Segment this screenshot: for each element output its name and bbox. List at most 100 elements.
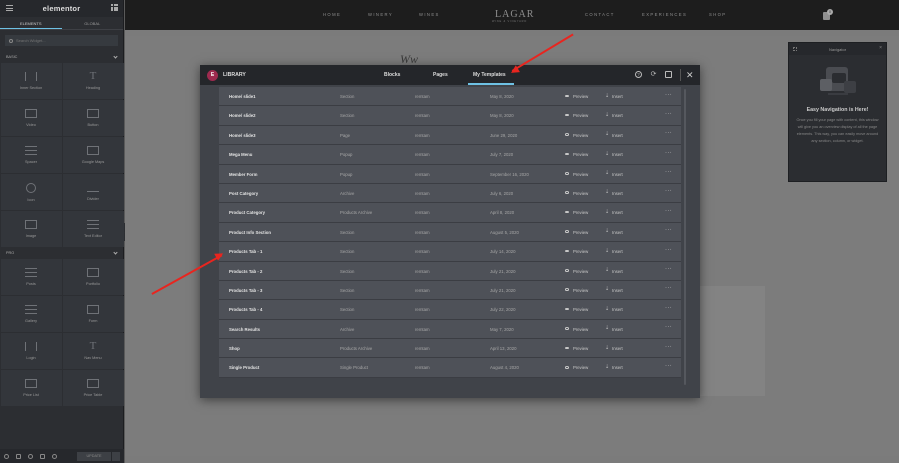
drag-handle-icon[interactable]: [793, 47, 797, 51]
insert-button[interactable]: Insert: [612, 210, 623, 215]
nav-link-experiences[interactable]: EXPERIENCES: [642, 12, 687, 17]
insert-button[interactable]: Insert: [612, 327, 623, 332]
widget-heading[interactable]: T Heading: [62, 63, 124, 99]
nav-link-wines[interactable]: WINES: [419, 12, 440, 17]
more-options-icon[interactable]: ···: [665, 130, 672, 136]
widget-login[interactable]: Login: [0, 333, 62, 369]
eye-icon[interactable]: [565, 113, 569, 117]
template-row[interactable]: Post Category Archive remtam July 6, 2020 Pr…: [219, 183, 681, 204]
insert-button[interactable]: Insert: [612, 249, 623, 254]
more-options-icon[interactable]: ···: [665, 92, 672, 98]
template-row[interactable]: Products Tab - 3 Section remtam July 21, 20…: [219, 280, 681, 301]
apps-grid-icon[interactable]: [111, 4, 118, 11]
insert-arrow-icon[interactable]: ⇣: [605, 229, 609, 234]
save-icon[interactable]: [665, 71, 672, 78]
category-pro[interactable]: PRO: [0, 247, 123, 259]
widget-price-list[interactable]: Price List: [0, 370, 62, 406]
widget-price-table[interactable]: Price Table: [62, 370, 124, 406]
help-icon[interactable]: ?: [635, 71, 642, 78]
widget-spacer[interactable]: Spacer: [0, 137, 62, 173]
preview-button[interactable]: Preview: [573, 307, 588, 312]
template-row[interactable]: Member Form Popup remtam September 16, 2020…: [219, 164, 681, 184]
nav-link-home[interactable]: HOME: [323, 12, 341, 17]
preview-button[interactable]: Preview: [573, 346, 588, 351]
insert-arrow-icon[interactable]: ⇣: [605, 93, 609, 99]
preview-eye-icon[interactable]: [52, 453, 57, 459]
insert-arrow-icon[interactable]: ⇣: [605, 151, 609, 157]
insert-arrow-icon[interactable]: ⇣: [605, 209, 609, 215]
more-options-icon[interactable]: ···: [665, 188, 672, 194]
eye-icon[interactable]: [565, 172, 569, 175]
insert-button[interactable]: Insert: [612, 307, 623, 312]
more-options-icon[interactable]: ···: [665, 227, 672, 233]
insert-arrow-icon[interactable]: ⇣: [605, 248, 609, 254]
close-icon[interactable]: ×: [879, 45, 882, 51]
preview-button[interactable]: Preview: [573, 327, 588, 332]
tab-pages[interactable]: Pages: [433, 72, 448, 78]
tab-elements[interactable]: ELEMENTS: [0, 17, 62, 29]
more-options-icon[interactable]: ···: [665, 169, 672, 175]
widget-divider[interactable]: Divider: [62, 174, 124, 210]
insert-arrow-icon[interactable]: ⇣: [605, 326, 609, 331]
insert-arrow-icon[interactable]: ⇣: [605, 268, 609, 273]
nav-link-shop[interactable]: SHOP: [709, 12, 726, 17]
sync-icon[interactable]: ⟳: [650, 71, 657, 78]
more-options-icon[interactable]: ···: [665, 324, 672, 330]
template-row[interactable]: Mega Menu Popup remtam July 7, 2020 Preview ⇣…: [219, 145, 681, 165]
template-row[interactable]: Product Info Section Section remtam August …: [219, 222, 681, 243]
eye-icon[interactable]: [565, 94, 569, 98]
widget-icon[interactable]: Icon: [0, 174, 62, 210]
more-options-icon[interactable]: ···: [665, 150, 672, 156]
eye-icon[interactable]: [565, 210, 569, 214]
insert-button[interactable]: Insert: [612, 113, 623, 118]
widget-gallery[interactable]: Gallery: [0, 296, 62, 332]
preview-button[interactable]: Preview: [573, 191, 588, 196]
eye-icon[interactable]: [565, 307, 569, 311]
nav-link-contact[interactable]: CONTACT: [585, 12, 615, 17]
insert-arrow-icon[interactable]: ⇣: [605, 190, 609, 195]
widget-form[interactable]: Form: [62, 296, 124, 332]
template-row[interactable]: Products Tab - 4 Section remtam July 22, 20…: [219, 300, 681, 320]
more-options-icon[interactable]: ···: [665, 266, 672, 272]
preview-button[interactable]: Preview: [573, 210, 588, 215]
template-row[interactable]: Single Product Single Product remtam August…: [219, 358, 681, 378]
insert-arrow-icon[interactable]: ⇣: [605, 112, 609, 118]
more-options-icon[interactable]: ···: [665, 247, 672, 253]
eye-icon[interactable]: [565, 230, 569, 233]
more-options-icon[interactable]: ···: [665, 305, 672, 311]
preview-button[interactable]: Preview: [573, 152, 588, 157]
template-row[interactable]: Home/ slide2 Section remtam May 8, 2020 Prev…: [219, 106, 681, 126]
eye-icon[interactable]: [565, 191, 569, 195]
eye-icon[interactable]: [565, 269, 569, 272]
navigator-icon[interactable]: [16, 453, 21, 459]
insert-button[interactable]: Insert: [612, 346, 623, 351]
preview-button[interactable]: Preview: [573, 94, 588, 99]
insert-button[interactable]: Insert: [612, 230, 623, 235]
preview-button[interactable]: Preview: [573, 249, 588, 254]
tab-global[interactable]: GLOBAL: [62, 17, 124, 29]
preview-button[interactable]: Preview: [573, 172, 588, 177]
eye-icon[interactable]: [565, 346, 569, 350]
update-options-button[interactable]: [112, 451, 120, 461]
navigator-header[interactable]: Navigator ×: [789, 43, 886, 55]
template-row[interactable]: Home/ slide1 Section remtam May 8, 2020 Prev…: [219, 87, 681, 107]
more-options-icon[interactable]: ···: [665, 285, 672, 291]
widget-search-input[interactable]: [16, 38, 106, 43]
insert-button[interactable]: Insert: [612, 94, 623, 99]
nav-link-winery[interactable]: WINERY: [368, 12, 393, 17]
more-options-icon[interactable]: ···: [665, 208, 672, 214]
close-icon[interactable]: ✕: [686, 70, 694, 80]
insert-arrow-icon[interactable]: ⇣: [605, 306, 609, 312]
widget-nav-menu[interactable]: T Nav Menu: [62, 333, 124, 369]
insert-button[interactable]: Insert: [612, 365, 623, 370]
template-row[interactable]: Home/ slide3 Page remtam June 29, 2020 Previ…: [219, 125, 681, 146]
widget-google-maps[interactable]: Google Maps: [62, 137, 124, 173]
preview-button[interactable]: Preview: [573, 365, 588, 370]
category-basic[interactable]: BASIC: [0, 51, 123, 63]
more-options-icon[interactable]: ···: [665, 111, 672, 117]
widget-portfolio[interactable]: Portfolio: [62, 259, 124, 295]
insert-arrow-icon[interactable]: ⇣: [605, 171, 609, 176]
preview-button[interactable]: Preview: [573, 230, 588, 235]
tab-blocks[interactable]: Blocks: [384, 72, 400, 78]
insert-button[interactable]: Insert: [612, 288, 623, 293]
